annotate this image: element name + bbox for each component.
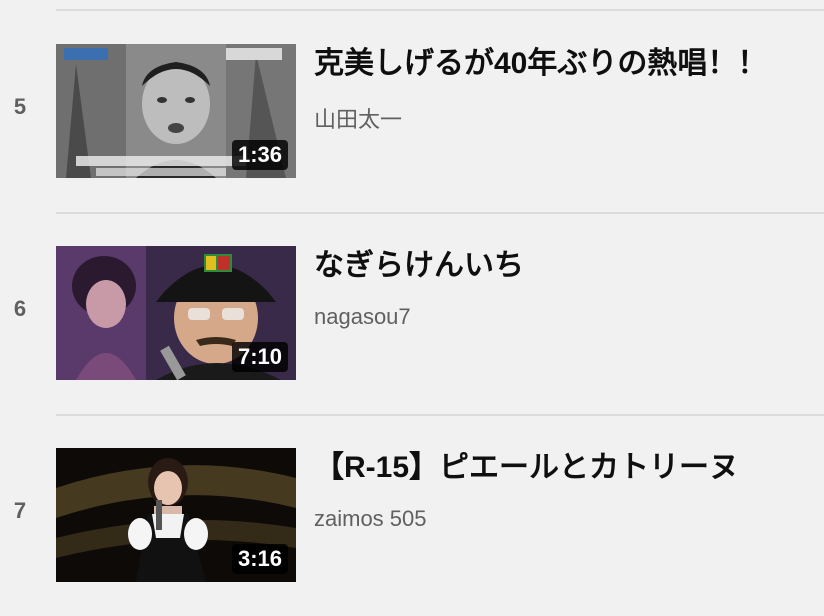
playlist-item[interactable]: 5 1:36 克美しげるが40年ぶりの熱唱！！ 山田太一 — [0, 44, 824, 180]
channel-name[interactable]: zaimos 505 — [314, 506, 427, 532]
channel-name[interactable]: nagasou7 — [314, 304, 411, 330]
playlist-item[interactable]: 6 7:10 なぎらけんいち nagasou7 — [0, 246, 824, 382]
item-index: 6 — [13, 296, 27, 321]
item-index: 5 — [13, 94, 27, 119]
video-thumbnail[interactable]: 3:16 — [56, 448, 296, 582]
playlist: 5 1:36 克美しげるが40年ぶりの熱唱！！ 山田太一 6 7:10 なぎらけ… — [0, 0, 824, 616]
divider — [56, 414, 824, 416]
divider — [56, 9, 824, 11]
item-index: 7 — [13, 498, 27, 523]
duration-badge: 7:10 — [231, 342, 288, 372]
video-thumbnail[interactable]: 7:10 — [56, 246, 296, 380]
video-thumbnail[interactable]: 1:36 — [56, 44, 296, 178]
channel-name[interactable]: 山田太一 — [314, 102, 402, 134]
video-title[interactable]: 【R-15】ピエールとカトリーヌ — [314, 450, 814, 486]
video-title[interactable]: 克美しげるが40年ぶりの熱唱！！ — [314, 46, 814, 82]
duration-badge: 1:36 — [231, 140, 288, 170]
divider — [56, 212, 824, 214]
playlist-item[interactable]: 7 3:16 【R-15】ピエールとカトリーヌ zaimos 505 — [0, 448, 824, 584]
video-title[interactable]: なぎらけんいち — [314, 248, 814, 284]
duration-badge: 3:16 — [231, 544, 288, 574]
